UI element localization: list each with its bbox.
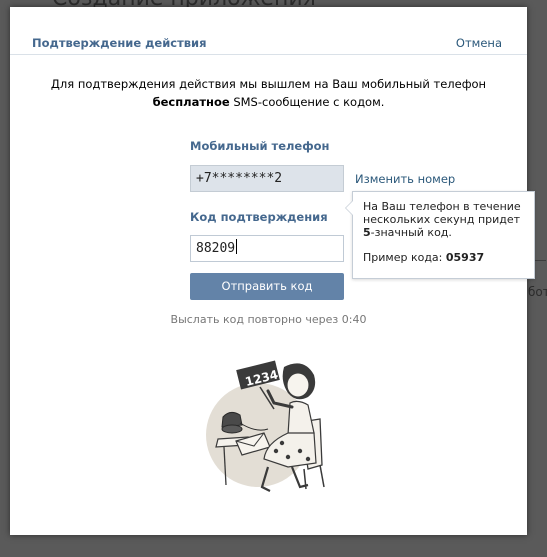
tooltip-example-label: Пример кода: [363, 251, 446, 264]
phone-field: +7********2 [190, 165, 344, 192]
intro-rest: SMS-сообщение с кодом. [229, 95, 385, 109]
woman-on-phone-illustration: 1234 [206, 360, 325, 492]
code-hint-tooltip: На Ваш телефон в течение нескольких секу… [345, 191, 535, 279]
intro-text: Для подтверждения действия мы вышлем на … [30, 75, 507, 111]
header-divider [10, 54, 527, 55]
tooltip-arrow-inner [346, 201, 353, 215]
code-value: 88209 [196, 241, 236, 256]
intro-bold: бесплатное [152, 95, 230, 109]
intro-line-2: бесплатное SMS-сообщение с кодом. [30, 93, 507, 111]
tooltip-text: На Ваш телефон в течение нескольких секу… [363, 200, 524, 239]
dialog-header: Подтверждение действия Отмена [10, 7, 527, 54]
background-right-text: бот [528, 285, 547, 299]
tooltip-line-2: -значный код. [370, 226, 452, 239]
change-number-link[interactable]: Изменить номер [355, 172, 455, 186]
code-label: Код подтверждения [190, 210, 328, 224]
tooltip-example: Пример кода: 05937 [363, 251, 524, 264]
tooltip-example-code: 05937 [445, 251, 485, 264]
code-input[interactable]: 88209 [190, 235, 344, 262]
intro-line-1: Для подтверждения действия мы вышлем на … [50, 77, 487, 91]
phone-label: Мобильный телефон [190, 139, 330, 153]
resend-timer-text: Выслать код повторно через 0:40 [170, 313, 367, 326]
text-caret [236, 239, 238, 254]
dialog-title: Подтверждение действия [32, 36, 207, 50]
send-code-button[interactable]: Отправить код [190, 273, 344, 300]
tooltip-line-1: На Ваш телефон в течение нескольких секу… [363, 200, 521, 226]
tooltip-digits: 5 [363, 226, 371, 239]
cancel-link[interactable]: Отмена [456, 36, 502, 50]
